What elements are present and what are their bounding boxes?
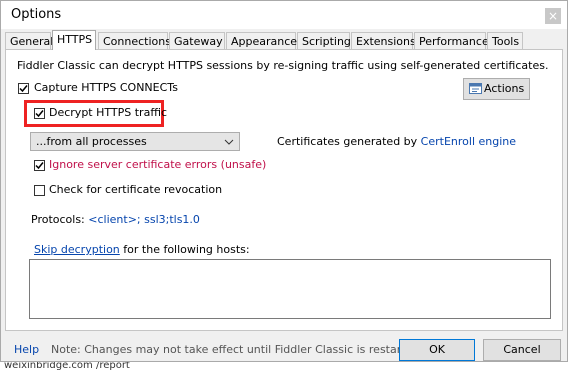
checkmark-icon [19, 85, 28, 93]
skip-decryption-link[interactable]: Skip decryption [34, 243, 120, 256]
decrypt-https-label: Decrypt HTTPS traffic [49, 106, 167, 119]
capture-https-checkbox[interactable] [18, 83, 29, 94]
cert-engine-link[interactable]: CertEnroll engine [421, 135, 516, 148]
chevron-down-icon [224, 139, 234, 145]
protocols-label: Protocols: [31, 213, 85, 226]
tab-tools[interactable]: Tools [487, 32, 523, 49]
tab-https[interactable]: HTTPS [52, 30, 96, 50]
options-dialog: Options × General HTTPS Connections Gate… [0, 0, 568, 362]
capture-https-label: Capture HTTPS CONNECTs [34, 81, 178, 94]
tab-extensions[interactable]: Extensions [351, 32, 416, 49]
title-bar: Options × [1, 1, 567, 29]
skip-decryption-row: Skip decryption for the following hosts: [34, 243, 250, 256]
tab-general[interactable]: General [5, 32, 53, 49]
ignore-errors-label: Ignore server certificate errors (unsafe… [49, 158, 267, 171]
skip-hosts-textarea[interactable] [29, 259, 551, 319]
revocation-checkbox[interactable] [34, 185, 45, 196]
tab-scripting[interactable]: Scripting [297, 32, 351, 49]
tab-appearance[interactable]: Appearance [226, 32, 297, 49]
cert-prefix: Certificates generated by [277, 135, 418, 148]
restart-note: Note: Changes may not take effect until … [51, 343, 423, 356]
actions-button[interactable]: Actions [463, 78, 530, 100]
tab-performance[interactable]: Performance [414, 32, 489, 49]
tab-gateway[interactable]: Gateway [169, 32, 225, 49]
window-title: Options [11, 7, 62, 22]
decrypt-https-checkbox[interactable] [34, 108, 45, 119]
actions-icon [469, 83, 482, 94]
checkmark-icon [35, 110, 44, 118]
cancel-button[interactable]: Cancel [483, 339, 561, 361]
actions-label: Actions [484, 82, 525, 95]
protocols-row: Protocols: <client>; ssl3;tls1.0 [31, 213, 200, 226]
ignore-errors-checkbox[interactable] [34, 160, 45, 171]
https-description: Fiddler Classic can decrypt HTTPS sessio… [17, 59, 549, 72]
checkmark-icon [35, 162, 44, 170]
tab-connections[interactable]: Connections [98, 32, 171, 49]
skip-decryption-suffix: for the following hosts: [123, 243, 250, 256]
revocation-label: Check for certificate revocation [49, 183, 223, 196]
help-link[interactable]: Help [14, 343, 39, 356]
protocols-link[interactable]: <client>; ssl3;tls1.0 [88, 213, 200, 226]
close-button[interactable]: × [545, 8, 561, 24]
process-filter-select[interactable]: ...from all processes [30, 132, 240, 151]
cert-info: Certificates generated by CertEnroll eng… [277, 135, 516, 148]
ok-button[interactable]: OK [399, 339, 475, 361]
process-filter-value: ...from all processes [36, 135, 147, 148]
